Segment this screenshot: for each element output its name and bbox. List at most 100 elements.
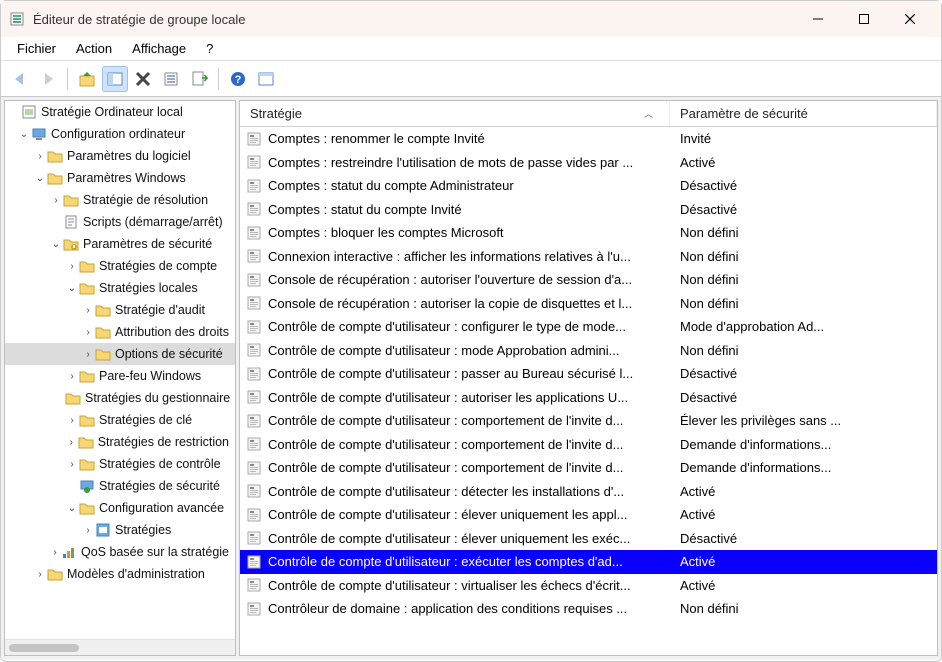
expander-icon[interactable]: › [49, 195, 63, 206]
table-row[interactable]: Contrôle de compte d'utilisateur : confi… [240, 315, 937, 339]
tree-item[interactable]: › Attribution des droits [5, 321, 235, 343]
table-row[interactable]: Comptes : statut du compte InvitéDésacti… [240, 198, 937, 222]
expander-icon[interactable]: › [65, 437, 78, 448]
table-row[interactable]: Contrôle de compte d'utilisateur : éleve… [240, 527, 937, 551]
forward-button[interactable] [35, 66, 61, 92]
expander-icon[interactable]: › [33, 569, 47, 580]
table-row[interactable]: Comptes : restreindre l'utilisation de m… [240, 151, 937, 175]
close-button[interactable] [887, 3, 933, 35]
horizontal-scrollbar[interactable] [5, 639, 235, 655]
window-title: Éditeur de stratégie de groupe locale [33, 12, 795, 27]
minimize-button[interactable] [795, 3, 841, 35]
table-row[interactable]: Contrôle de compte d'utilisateur : exécu… [240, 550, 937, 574]
table-row[interactable]: Comptes : statut du compte Administrateu… [240, 174, 937, 198]
column-header-param[interactable]: Paramètre de sécurité [670, 101, 937, 126]
table-row[interactable]: Contrôle de compte d'utilisateur : compo… [240, 456, 937, 480]
tree-item[interactable]: ›Stratégies de clé [5, 409, 235, 431]
expander-icon[interactable]: ⌄ [17, 129, 31, 140]
help-button[interactable]: ? [225, 66, 251, 92]
up-button[interactable] [74, 66, 100, 92]
table-row[interactable]: Contrôleur de domaine : application des … [240, 597, 937, 621]
menu-file[interactable]: Fichier [7, 39, 66, 58]
row-strategy-label: Comptes : statut du compte Invité [268, 202, 462, 217]
back-button[interactable] [7, 66, 33, 92]
tree-item[interactable]: ›Stratégies [5, 519, 235, 541]
expander-icon[interactable]: ⌄ [49, 239, 63, 250]
folder-icon [79, 412, 95, 428]
column-header-strategy[interactable]: Stratégie ︿ [240, 101, 670, 126]
tree-item[interactable]: ⌄Configuration avancée [5, 497, 235, 519]
expander-icon[interactable]: ⌄ [65, 283, 79, 294]
tree-item[interactable]: ›Paramètres du logiciel [5, 145, 235, 167]
list-body[interactable]: Comptes : renommer le compte InvitéInvit… [240, 127, 937, 655]
tree-item[interactable]: ⌄ Paramètres de sécurité [5, 233, 235, 255]
table-row[interactable]: Contrôle de compte d'utilisateur : mode … [240, 339, 937, 363]
menu-action[interactable]: Action [66, 39, 122, 58]
expander-icon[interactable]: › [81, 525, 95, 536]
table-row[interactable]: Contrôle de compte d'utilisateur : éleve… [240, 503, 937, 527]
expander-icon[interactable]: › [65, 459, 79, 470]
expander-icon[interactable]: › [81, 305, 95, 316]
table-row[interactable]: Contrôle de compte d'utilisateur : compo… [240, 433, 937, 457]
list-header: Stratégie ︿ Paramètre de sécurité [240, 101, 937, 127]
expander-icon[interactable]: › [81, 349, 95, 360]
policy-item-icon [246, 154, 262, 170]
tree-label: Attribution des droits [115, 325, 229, 339]
tree-item[interactable]: ›Stratégie de résolution [5, 189, 235, 211]
tree-label: Stratégie d'audit [115, 303, 205, 317]
tree-item[interactable]: › Modèles d'administration [5, 563, 235, 585]
table-row[interactable]: Connexion interactive : afficher les inf… [240, 245, 937, 269]
table-row[interactable]: Contrôle de compte d'utilisateur : passe… [240, 362, 937, 386]
table-row[interactable]: Comptes : bloquer les comptes MicrosoftN… [240, 221, 937, 245]
properties-button[interactable] [158, 66, 184, 92]
tree-item-options-security[interactable]: ›Options de sécurité [5, 343, 235, 365]
table-row[interactable]: Contrôle de compte d'utilisateur : virtu… [240, 574, 937, 598]
table-row[interactable]: Contrôle de compte d'utilisateur : détec… [240, 480, 937, 504]
row-param-value: Activé [670, 578, 937, 593]
tree-label: Paramètres de sécurité [83, 237, 212, 251]
tree-item[interactable]: Stratégies de sécurité [5, 475, 235, 497]
expander-icon[interactable]: ⌄ [65, 503, 79, 514]
app-icon [9, 11, 25, 27]
table-row[interactable]: Console de récupération : autoriser l'ou… [240, 268, 937, 292]
row-strategy-label: Contrôle de compte d'utilisateur : autor… [268, 390, 628, 405]
expander-icon[interactable]: › [33, 151, 47, 162]
tree-item[interactable]: ›QoS basée sur la stratégie [5, 541, 235, 563]
maximize-button[interactable] [841, 3, 887, 35]
expander-icon[interactable]: › [65, 371, 79, 382]
table-row[interactable]: Contrôle de compte d'utilisateur : autor… [240, 386, 937, 410]
folder-icon [95, 324, 111, 340]
tree-item[interactable]: ⌄Paramètres Windows [5, 167, 235, 189]
tree-item[interactable]: › Stratégie d'audit [5, 299, 235, 321]
tree-item[interactable]: ›Stratégies de restriction [5, 431, 235, 453]
tree-item[interactable]: ›Pare-feu Windows [5, 365, 235, 387]
row-param-value: Invité [670, 131, 937, 146]
export-button[interactable] [186, 66, 212, 92]
table-row[interactable]: Contrôle de compte d'utilisateur : compo… [240, 409, 937, 433]
tree-item[interactable]: ›Stratégies de compte [5, 255, 235, 277]
expander-icon[interactable]: › [65, 415, 79, 426]
tree-label: Modèles d'administration [67, 567, 205, 581]
tree-pane: Stratégie Ordinateur local ⌄ Configurati… [4, 100, 236, 656]
navigation-tree[interactable]: Stratégie Ordinateur local ⌄ Configurati… [5, 101, 235, 639]
menu-view[interactable]: Affichage [122, 39, 196, 58]
table-row[interactable]: Comptes : renommer le compte InvitéInvit… [240, 127, 937, 151]
tree-item[interactable]: ›Stratégies de contrôle [5, 453, 235, 475]
expander-icon[interactable]: ⌄ [33, 173, 47, 184]
folder-icon [63, 192, 79, 208]
expander-icon[interactable]: › [49, 547, 61, 558]
tree-root[interactable]: Stratégie Ordinateur local [5, 101, 235, 123]
delete-button[interactable] [130, 66, 156, 92]
tree-item[interactable]: Scripts (démarrage/arrêt) [5, 211, 235, 233]
tree-item[interactable]: Stratégies du gestionnaire [5, 387, 235, 409]
expander-icon[interactable]: › [65, 261, 79, 272]
table-row[interactable]: Console de récupération : autoriser la c… [240, 292, 937, 316]
refresh-button[interactable] [253, 66, 279, 92]
tree-item[interactable]: ⌄Stratégies locales [5, 277, 235, 299]
main-content: Stratégie Ordinateur local ⌄ Configurati… [1, 97, 941, 659]
expander-icon[interactable]: › [81, 327, 95, 338]
tree-config-computer[interactable]: ⌄ Configuration ordinateur [5, 123, 235, 145]
row-param-value: Demande d'informations... [670, 460, 937, 475]
menu-help[interactable]: ? [196, 39, 223, 58]
show-hide-tree-button[interactable] [102, 66, 128, 92]
